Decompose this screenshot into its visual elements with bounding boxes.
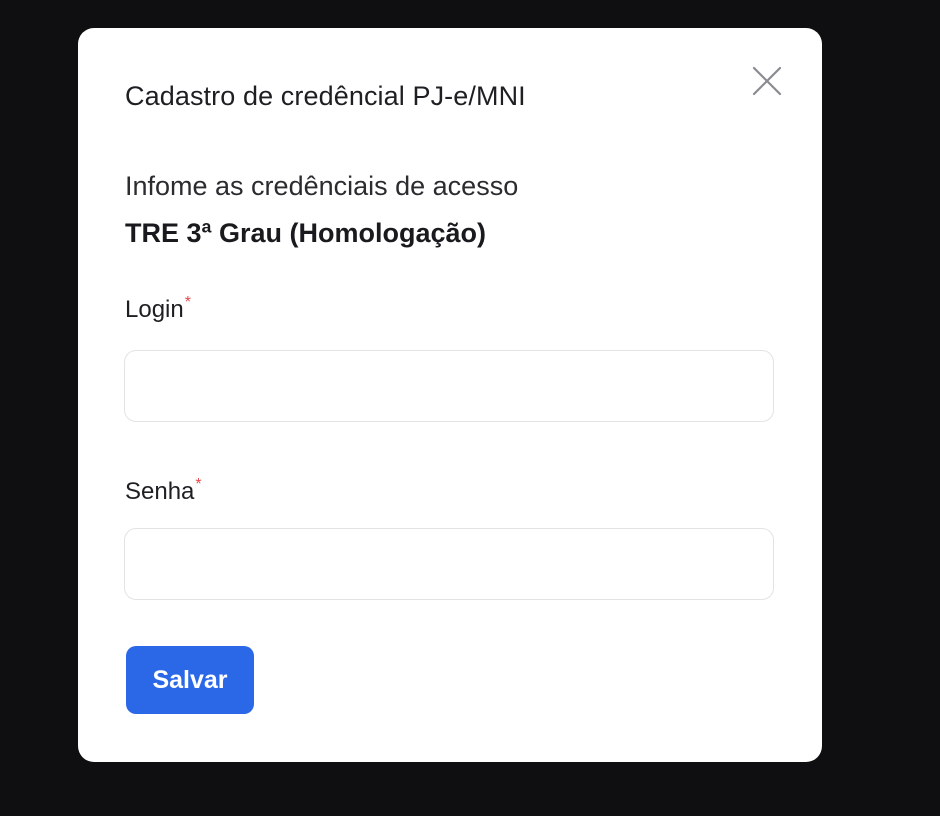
senha-input[interactable]	[124, 528, 774, 600]
save-button[interactable]: Salvar	[126, 646, 254, 714]
credential-modal: Cadastro de credêncial PJ-e/MNI Infome a…	[78, 28, 822, 762]
login-input[interactable]	[124, 350, 774, 422]
close-button[interactable]	[750, 64, 784, 98]
senha-label-text: Senha	[125, 478, 195, 505]
login-label: Login*	[125, 294, 191, 324]
close-icon	[752, 66, 782, 96]
senha-label: Senha*	[125, 476, 202, 506]
instruction-text: Infome as credênciais de acesso	[125, 171, 519, 201]
court-name: TRE 3ª Grau (Homologação)	[125, 218, 487, 248]
login-label-text: Login	[125, 296, 184, 323]
required-mark: *	[184, 294, 191, 311]
required-mark: *	[195, 476, 202, 493]
modal-title: Cadastro de credêncial PJ-e/MNI	[125, 81, 526, 111]
modal-backdrop: Cadastro de credêncial PJ-e/MNI Infome a…	[0, 0, 940, 816]
